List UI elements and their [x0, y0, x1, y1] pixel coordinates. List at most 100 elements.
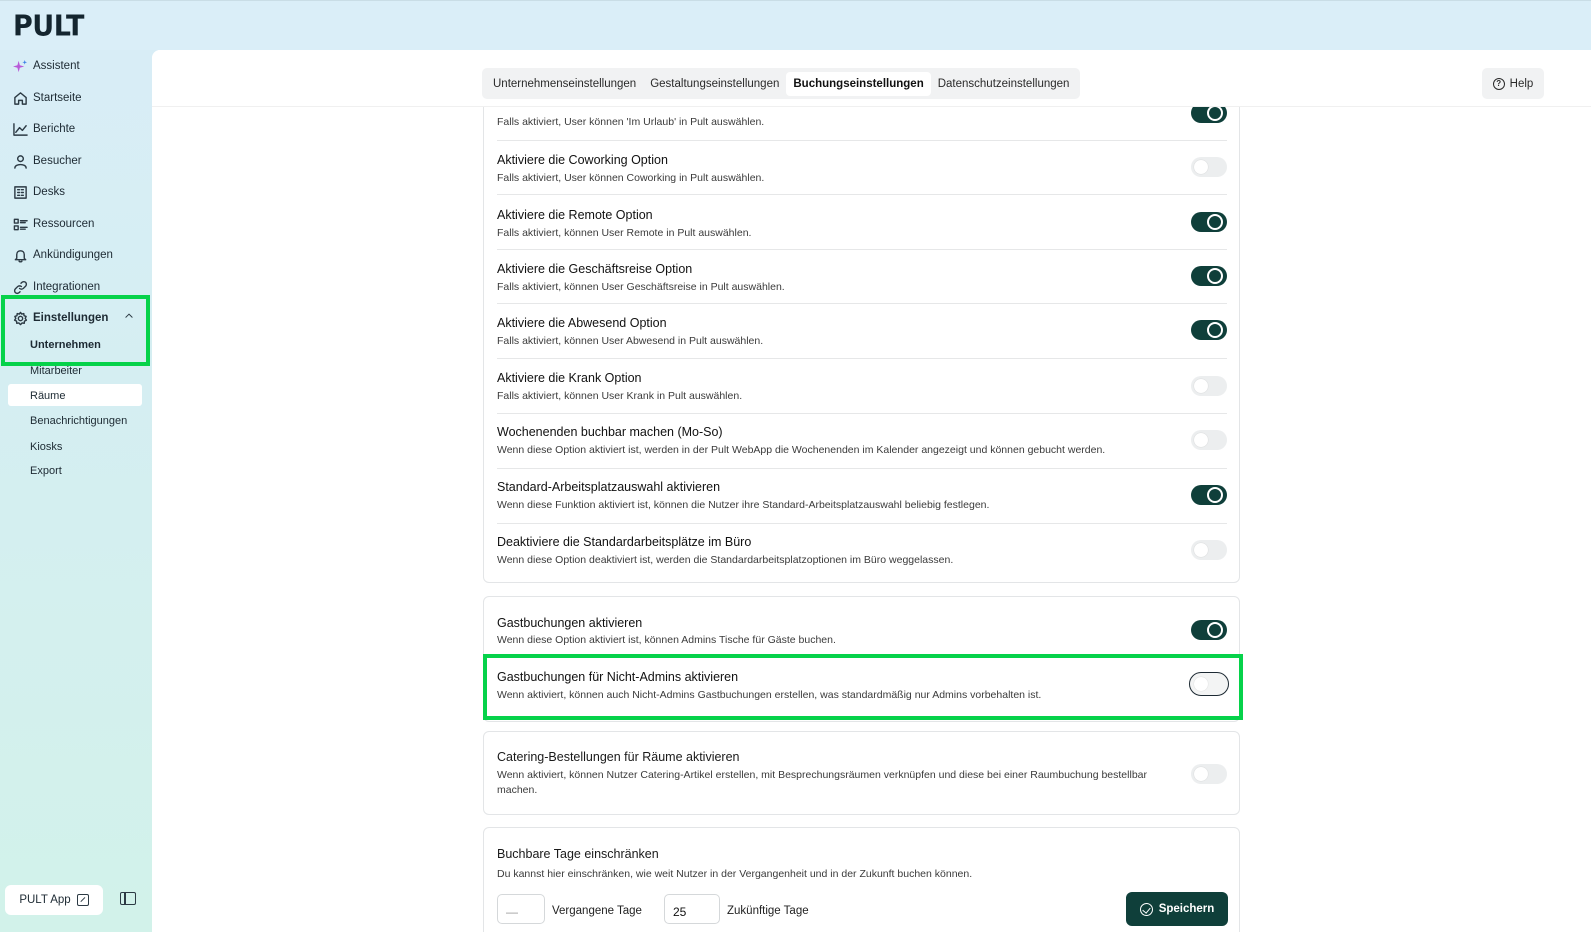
setting-row: Aktiviere die Coworking Option Falls akt… — [484, 140, 1239, 195]
user-icon — [12, 153, 28, 169]
bookable-days-desc: Du kannst hier einschränken, wie weit Nu… — [497, 868, 973, 880]
check-circle-icon — [1139, 902, 1153, 916]
pult-logo[interactable]: PULT — [13, 10, 84, 43]
past-days-label: Vergangene Tage — [552, 905, 642, 917]
sub-item-export[interactable]: Export — [30, 465, 62, 477]
setting-toggle[interactable] — [1191, 620, 1227, 640]
setting-toggle[interactable] — [1191, 430, 1227, 450]
setting-desc: Falls aktiviert, können User Krank in Pu… — [497, 390, 743, 402]
main-content: Unternehmenseinstellungen Gestaltungsein… — [152, 50, 1591, 932]
pult-app-label: PULT App — [19, 894, 71, 906]
setting-row: Aktiviere die Abwesend Option Falls akti… — [484, 304, 1239, 359]
setting-title: Aktiviere die Coworking Option — [497, 153, 668, 167]
home-icon — [12, 90, 28, 106]
setting-row: Aktiviere die Krank Option Falls aktivie… — [484, 359, 1239, 414]
sidebar-item-label: Desks — [33, 186, 65, 198]
setting-desc: Falls aktiviert, User können Coworking i… — [497, 172, 765, 184]
bookable-days-card: Buchbare Tage einschränken Du kannst hie… — [483, 827, 1240, 932]
setting-title: Gastbuchungen aktivieren — [497, 616, 643, 630]
setting-toggle[interactable] — [1191, 266, 1227, 286]
sidebar: Assistent Startseite Berichte Besucher D… — [0, 50, 152, 932]
future-days-input[interactable]: 25 — [664, 894, 720, 924]
sidebar-item-assistent[interactable]: Assistent — [12, 55, 80, 77]
setting-desc: Falls aktiviert, können User Abwesend in… — [497, 335, 764, 347]
sidebar-item-berichte[interactable]: Berichte — [12, 118, 75, 140]
future-days-label: Zukünftige Tage — [727, 905, 809, 917]
setting-desc: Falls aktiviert, können User Remote in P… — [497, 227, 752, 239]
setting-row: Standard-Arbeitsplatzauswahl aktivieren … — [484, 469, 1239, 524]
list-icon — [12, 216, 28, 232]
save-button[interactable]: Speichern — [1126, 892, 1228, 926]
booking-options-card: Falls aktiviert, User können 'Im Urlaub'… — [483, 70, 1240, 583]
setting-title: Wochenenden buchbar machen (Mo-So) — [497, 425, 723, 439]
setting-desc: Wenn diese Option deaktiviert ist, werde… — [497, 554, 954, 566]
setting-row: Aktiviere die Remote Option Falls aktivi… — [484, 195, 1239, 250]
external-link-icon — [76, 894, 89, 906]
sub-item-mitarbeiter[interactable]: Mitarbeiter — [30, 365, 82, 377]
setting-row: Deaktiviere die Standardarbeitsplätze im… — [484, 524, 1239, 582]
setting-toggle[interactable] — [1191, 157, 1227, 177]
sidebar-item-label: Startseite — [33, 92, 82, 104]
chart-line-icon — [12, 121, 28, 137]
help-button[interactable]: ? Help — [1482, 68, 1544, 99]
bookable-days-title: Buchbare Tage einschränken — [497, 847, 659, 861]
pult-app-button[interactable]: PULT App — [5, 885, 103, 915]
sidebar-item-ankuendigungen[interactable]: Ankündigungen — [12, 244, 113, 266]
setting-row: Wochenenden buchbar machen (Mo-So) Wenn … — [484, 414, 1239, 469]
highlight-box-guest-nonadmin — [483, 654, 1243, 720]
sidebar-item-label: Assistent — [33, 60, 80, 72]
tab-buchungseinstellungen[interactable]: Buchungseinstellungen — [786, 71, 931, 96]
setting-title: Standard-Arbeitsplatzauswahl aktivieren — [497, 480, 721, 494]
setting-desc: Wenn diese Funktion aktiviert ist, könne… — [497, 499, 990, 511]
building-icon — [12, 184, 28, 200]
sidebar-item-label: Integrationen — [33, 281, 101, 293]
setting-title: Deaktiviere die Standardarbeitsplätze im… — [497, 535, 752, 549]
setting-toggle[interactable] — [1191, 320, 1227, 340]
help-label: Help — [1509, 77, 1534, 90]
setting-desc: Falls aktiviert, User können 'Im Urlaub'… — [497, 116, 765, 128]
sidebar-item-label: Besucher — [33, 155, 82, 167]
setting-title: Catering-Bestellungen für Räume aktivier… — [497, 750, 740, 764]
past-days-input[interactable]: — — [497, 894, 545, 924]
help-icon: ? — [1492, 77, 1505, 90]
setting-row: Aktiviere die Geschäftsreise Option Fall… — [484, 250, 1239, 304]
sub-item-active-bg — [8, 384, 142, 406]
sidebar-item-ressourcen[interactable]: Ressourcen — [12, 213, 94, 235]
save-label: Speichern — [1158, 903, 1215, 915]
top-bar: PULT — [0, 0, 1591, 50]
sub-item-raeume[interactable]: Räume — [30, 390, 65, 402]
setting-row: Gastbuchungen aktivieren Wenn diese Opti… — [484, 597, 1239, 655]
highlight-box-settings — [1, 295, 150, 366]
setting-desc: Falls aktiviert, können User Geschäftsre… — [497, 281, 785, 293]
sidebar-toggle-icon[interactable] — [120, 892, 136, 905]
tab-gestaltungseinstellungen[interactable]: Gestaltungseinstellungen — [643, 72, 786, 96]
setting-title: Aktiviere die Remote Option — [497, 208, 653, 222]
setting-toggle[interactable] — [1191, 376, 1227, 396]
sidebar-item-startseite[interactable]: Startseite — [12, 87, 82, 109]
sidebar-item-label: Berichte — [33, 123, 76, 135]
sidebar-item-besucher[interactable]: Besucher — [12, 150, 82, 172]
setting-desc: Wenn diese Option aktiviert ist, werden … — [497, 444, 1106, 456]
setting-toggle[interactable] — [1191, 540, 1227, 560]
bell-icon — [12, 247, 28, 263]
link-icon — [12, 279, 28, 295]
setting-toggle[interactable] — [1191, 764, 1227, 784]
sub-item-benachrichtigungen[interactable]: Benachrichtigungen — [30, 415, 127, 427]
tab-unternehmenseinstellungen[interactable]: Unternehmenseinstellungen — [486, 72, 643, 96]
tab-datenschutzeinstellungen[interactable]: Datenschutzeinstellungen — [931, 72, 1077, 96]
setting-desc: Wenn diese Option aktiviert ist, können … — [497, 634, 836, 646]
setting-desc: Wenn aktiviert, können Nutzer Catering-A… — [497, 769, 1147, 796]
bottom-actions: PULT App — [5, 885, 103, 915]
sidebar-item-label: Ankündigungen — [33, 249, 113, 261]
setting-toggle[interactable] — [1191, 485, 1227, 505]
setting-title: Aktiviere die Krank Option — [497, 371, 642, 385]
setting-title: Aktiviere die Geschäftsreise Option — [497, 262, 693, 276]
catering-card: Catering-Bestellungen für Räume aktivier… — [483, 731, 1240, 815]
sidebar-item-label: Ressourcen — [33, 218, 95, 230]
setting-title: Aktiviere die Abwesend Option — [497, 316, 667, 330]
sparkle-icon — [12, 58, 28, 74]
sub-item-kiosks[interactable]: Kiosks — [30, 441, 62, 453]
settings-tabs: Unternehmenseinstellungen Gestaltungsein… — [482, 68, 1081, 99]
sidebar-item-desks[interactable]: Desks — [12, 181, 65, 203]
setting-toggle[interactable] — [1191, 212, 1227, 232]
